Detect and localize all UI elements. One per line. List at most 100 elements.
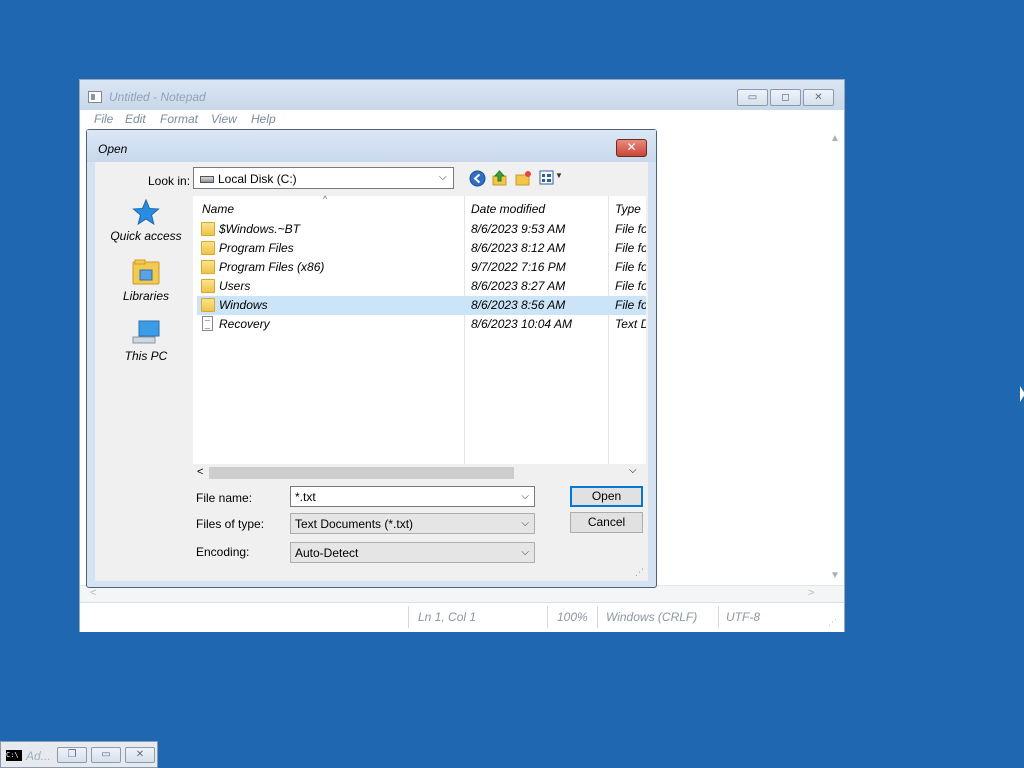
open-button[interactable]: Open (570, 486, 643, 507)
up-folder-icon[interactable] (491, 170, 508, 187)
libraries-icon (132, 259, 160, 285)
file-type-value: Text Documents (*.txt) (295, 517, 414, 531)
place-label: This PC (124, 349, 168, 363)
encoding-select[interactable]: Auto-Detect ⌵ (290, 542, 535, 563)
view-menu-button[interactable]: ▼ (539, 170, 563, 187)
file-list-hscrollbar[interactable]: < ⌵ (193, 464, 646, 482)
file-row[interactable]: $Windows.~BT 8/6/2023 9:53 AM File folde… (197, 220, 646, 239)
close-icon: ✕ (135, 749, 145, 760)
file-type-select[interactable]: Text Documents (*.txt) ⌵ (290, 513, 535, 534)
menu-file[interactable]: File (94, 112, 113, 126)
column-type[interactable]: Type (615, 202, 641, 216)
file-type: File folder (615, 222, 646, 236)
file-row-selected[interactable]: Windows 8/6/2023 8:56 AM File folder (197, 296, 646, 315)
back-icon[interactable] (469, 170, 486, 187)
new-folder-icon[interactable] (515, 170, 532, 187)
menu-format[interactable]: Format (160, 112, 198, 126)
menu-bar: File Edit Format View Help (80, 110, 844, 130)
chevron-down-icon: ⌵ (521, 518, 529, 529)
dialog-title: Open (98, 142, 128, 156)
notepad-title-bar[interactable]: Untitled - Notepad ▭ ◻ ✕ (80, 80, 844, 110)
vertical-scrollbar[interactable]: ▲ ▼ (826, 130, 844, 585)
file-name: Users (219, 279, 251, 293)
view-grid-icon (539, 170, 554, 185)
text-file-icon (202, 316, 213, 331)
status-line-ending: Windows (CRLF) (606, 610, 698, 624)
file-type: File folder (615, 279, 646, 293)
status-bar: Ln 1, Col 1 100% Windows (CRLF) UTF-8 ⋰ (80, 602, 844, 632)
minimize-button[interactable]: ▭ (737, 89, 768, 106)
menu-view[interactable]: View (211, 112, 237, 126)
status-divider (408, 606, 409, 628)
close-icon: ✕ (626, 140, 637, 154)
file-row[interactable]: Program Files (x86) 9/7/2022 7:16 PM Fil… (197, 258, 646, 277)
file-name-input[interactable]: *.txt ⌵ (290, 486, 535, 507)
file-type: File folder (615, 260, 646, 274)
places-bar: Quick access Libraries This PC (101, 198, 191, 578)
file-row[interactable]: Program Files 8/6/2023 8:12 AM File fold… (197, 239, 646, 258)
column-date-modified[interactable]: Date modified (471, 202, 545, 216)
folder-icon (201, 260, 215, 274)
resize-grip-icon[interactable]: ⋰ (828, 617, 837, 628)
restore-icon: ◻ (781, 92, 790, 103)
scroll-left-icon[interactable]: < (197, 466, 203, 478)
look-in-combobox[interactable]: Local Disk (C:) ⌵ (193, 167, 454, 189)
resize-grip-icon[interactable]: ⋰ (635, 567, 644, 578)
folder-icon (201, 298, 215, 312)
file-name: $Windows.~BT (219, 222, 300, 236)
file-name: Recovery (219, 317, 270, 331)
sort-arrow-icon: ^ (323, 194, 328, 204)
maximize-icon: ▭ (101, 749, 111, 760)
scroll-right-icon[interactable]: > (808, 587, 814, 599)
file-type-label: Files of type: (196, 517, 265, 531)
folder-icon (201, 222, 215, 236)
minimized-window[interactable]: C:\ Ad... ❐ ▭ ✕ (0, 741, 158, 768)
place-this-pc[interactable]: This PC (101, 318, 191, 363)
close-icon: ✕ (814, 92, 823, 103)
minimized-window-title: Ad... (26, 749, 51, 763)
menu-edit[interactable]: Edit (125, 112, 146, 126)
folder-icon (201, 279, 215, 293)
place-libraries[interactable]: Libraries (101, 258, 191, 303)
file-row[interactable]: Users 8/6/2023 8:27 AM File folder (197, 277, 646, 296)
close-button[interactable]: ✕ (803, 89, 834, 106)
menu-help[interactable]: Help (251, 112, 276, 126)
scroll-down-icon[interactable]: ▼ (830, 570, 840, 581)
look-in-value: Local Disk (C:) (218, 172, 297, 186)
scroll-left-icon[interactable]: < (90, 587, 96, 599)
restore-icon: ❐ (67, 749, 77, 760)
status-divider (547, 606, 548, 628)
dropdown-arrow-icon: ▼ (555, 171, 563, 180)
file-date: 8/6/2023 8:56 AM (471, 298, 566, 312)
dialog-body: Look in: Local Disk (C:) ⌵ ▼ Quick acces… (95, 162, 648, 581)
scroll-thumb[interactable] (209, 467, 514, 479)
file-row[interactable]: Recovery 8/6/2023 10:04 AM Text Document (197, 315, 646, 334)
place-label: Quick access (110, 229, 182, 243)
file-list[interactable]: ^ Name Date modified Type $Windows.~BT 8… (193, 194, 646, 482)
place-quick-access[interactable]: Quick access (101, 198, 191, 243)
restore-button[interactable]: ❐ (57, 747, 87, 763)
status-divider (718, 606, 719, 628)
file-name-label: File name: (196, 491, 253, 505)
file-type: Text Document (615, 317, 646, 331)
file-date: 8/6/2023 8:12 AM (471, 241, 566, 255)
status-encoding: UTF-8 (726, 610, 760, 624)
mouse-cursor-icon (1020, 386, 1024, 402)
chevron-down-icon[interactable]: ⌵ (521, 491, 529, 502)
chevron-down-icon: ⌵ (521, 547, 529, 558)
folder-icon (201, 241, 215, 255)
chevron-down-icon[interactable]: ⌵ (629, 465, 637, 476)
scroll-up-icon[interactable]: ▲ (830, 133, 840, 144)
column-name[interactable]: Name (202, 202, 234, 216)
file-name: Program Files (x86) (219, 260, 325, 274)
cancel-button[interactable]: Cancel (570, 512, 643, 533)
maximize-button[interactable]: ▭ (91, 747, 121, 763)
dialog-close-button[interactable]: ✕ (616, 139, 647, 157)
restore-button[interactable]: ◻ (770, 89, 801, 106)
encoding-label: Encoding: (196, 545, 250, 559)
file-date: 8/6/2023 9:53 AM (471, 222, 566, 236)
status-zoom: 100% (557, 610, 588, 624)
close-button[interactable]: ✕ (125, 747, 155, 763)
chevron-down-icon[interactable]: ⌵ (439, 172, 447, 183)
dialog-title-bar[interactable]: Open ✕ (87, 130, 656, 162)
